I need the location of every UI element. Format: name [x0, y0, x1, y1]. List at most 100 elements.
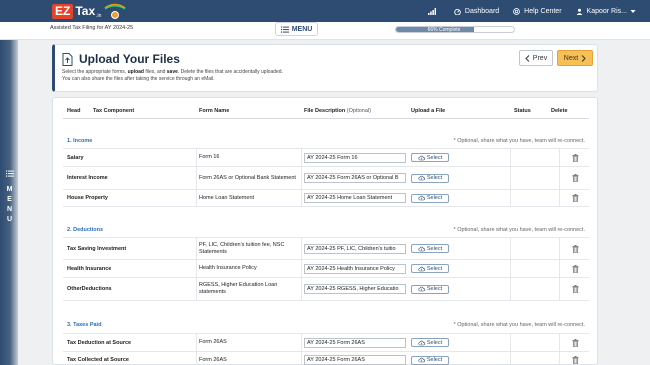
delete-button[interactable]: [565, 278, 585, 300]
row-upload-cell: Select: [411, 149, 471, 166]
select-file-button[interactable]: Select: [411, 193, 449, 203]
select-label: Select: [426, 265, 443, 272]
menu-button[interactable]: MENU: [275, 22, 318, 36]
flag-ribbon-icon: [104, 3, 126, 10]
nav-help-center[interactable]: Help Center: [513, 7, 562, 15]
upload-cloud-icon: [418, 340, 427, 346]
column-divider: [301, 334, 302, 351]
select-label: Select: [426, 339, 443, 346]
delete-button[interactable]: [565, 238, 585, 259]
file-description-input[interactable]: AY 2024-25 Form 16: [304, 152, 406, 163]
row-description-cell: AY 2024-25 RGESS, Higher Educatio: [304, 278, 408, 300]
section-title: 1. Income: [67, 138, 93, 144]
file-description-input[interactable]: AY 2024-25 Home Loan Statement: [304, 193, 406, 203]
delete-button[interactable]: [565, 167, 585, 189]
select-file-button[interactable]: Select: [411, 284, 449, 294]
column-divider: [510, 260, 511, 277]
row-upload-cell: Select: [411, 278, 471, 300]
row-head: Salary: [67, 154, 84, 161]
select-file-button[interactable]: Select: [411, 173, 449, 183]
column-divider: [559, 167, 560, 189]
row-upload-cell: Select: [411, 190, 471, 206]
nav-help-label: Help Center: [524, 7, 562, 15]
select-label: Select: [426, 195, 443, 201]
column-divider: [301, 190, 302, 206]
select-file-button[interactable]: Select: [411, 338, 449, 347]
delete-button[interactable]: [565, 352, 585, 365]
table-header: Head Tax Component Form Name File Descri…: [63, 105, 589, 119]
delete-button[interactable]: [565, 149, 585, 166]
nav-dashboard-label: Dashboard: [464, 7, 500, 15]
file-description-input[interactable]: AY 2024-25 RGESS, Higher Educatio: [304, 284, 406, 294]
column-divider: [510, 238, 511, 259]
row-upload-cell: Select: [411, 334, 471, 351]
prev-label: Prev: [532, 54, 548, 62]
side-menu-toggle[interactable]: M E N U: [5, 170, 14, 225]
column-divider: [301, 167, 302, 189]
file-description-input[interactable]: AY 2024-25 Health Insurance Policy: [304, 263, 406, 274]
select-label: Select: [426, 154, 443, 161]
nav-dashboard[interactable]: Dashboard: [454, 8, 499, 15]
file-upload-icon: [62, 53, 73, 66]
sub-header: Assisted Tax Filing for AY 2024-25 MENU …: [0, 22, 650, 40]
instruction-emphasis: save: [166, 69, 178, 75]
section-header: 2. Deductions * Optional, share what you …: [63, 226, 589, 236]
select-label: Select: [426, 357, 443, 363]
row-form-name: Health Insurance Policy: [199, 265, 257, 271]
select-file-button[interactable]: Select: [411, 355, 449, 365]
column-divider: [559, 278, 560, 300]
col-head: Head: [67, 108, 81, 114]
trash-icon: [572, 264, 579, 273]
next-button[interactable]: Next: [557, 50, 593, 66]
select-file-button[interactable]: Select: [411, 244, 449, 253]
column-divider: [559, 260, 560, 277]
side-menu-letter: U: [6, 216, 13, 223]
trash-icon: [572, 174, 579, 182]
user-name: Kapoor Ris...: [586, 7, 627, 15]
prev-button[interactable]: Prev: [519, 50, 553, 66]
select-file-button[interactable]: Select: [411, 153, 449, 162]
list-menu-icon: [280, 26, 289, 33]
column-divider: [559, 149, 560, 166]
top-navbar: EZ Tax .in Dashboard Help Center Kapoor …: [0, 0, 650, 22]
column-divider: [301, 238, 302, 259]
help-icon: [513, 7, 521, 15]
row-form-name: PF, LIC, Children's tuition fee, NSC Sta…: [199, 241, 285, 255]
row-upload-cell: Select: [411, 238, 471, 259]
user-menu[interactable]: Kapoor Ris...: [576, 8, 636, 15]
row-form-name: Form 26AS: [199, 339, 227, 345]
section-title: 3. Taxes Paid: [67, 322, 102, 328]
delete-button[interactable]: [565, 260, 585, 277]
section-optional-note: * Optional, share what you have, team wi…: [453, 138, 585, 144]
file-description-input[interactable]: AY 2024-25 Form 26AS: [304, 355, 406, 365]
logo-ez: EZ: [52, 4, 74, 19]
row-description-cell: AY 2024-25 Form 26AS or Optional B: [304, 167, 408, 189]
select-label: Select: [426, 286, 443, 292]
delete-button[interactable]: [565, 334, 585, 351]
upload-cloud-icon: [418, 357, 427, 363]
instruction-text: . Delete the files that are accidentally…: [177, 69, 283, 75]
row-form-name: Form 26AS: [199, 356, 227, 363]
col-optional-label: (Optional): [346, 108, 371, 114]
instructions: Select the appropriate forms, upload fil…: [62, 69, 362, 83]
section-header: 3. Taxes Paid * Optional, share what you …: [63, 321, 589, 331]
menu-label: MENU: [291, 25, 313, 33]
column-divider: [510, 352, 511, 365]
select-file-button[interactable]: Select: [411, 264, 449, 273]
row-description-cell: AY 2024-25 Health Insurance Policy: [304, 260, 408, 277]
instruction-text: Select the appropriate forms,: [62, 69, 128, 75]
ez-tax-logo[interactable]: EZ Tax .in: [52, 4, 101, 19]
section-title: 2. Deductions: [67, 227, 104, 233]
section-optional-note: * Optional, share what you have, team wi…: [453, 322, 585, 328]
completion-progress-bar: 66% Complete: [395, 26, 515, 33]
row-form-name: Form 26AS or Optional Bank Statement: [199, 174, 296, 181]
side-menu-drawer[interactable]: M E N U: [0, 40, 18, 365]
upload-cloud-icon: [418, 286, 427, 292]
table-row: Tax Collected at Source Form 26AS AY 2024-…: [63, 352, 589, 365]
logo-tax: Tax: [75, 4, 96, 18]
table-row: Tax Saving Investment PF, LIC, Children's…: [63, 237, 589, 260]
file-description-input[interactable]: AY 2024-25 Form 26AS or Optional B: [304, 173, 406, 183]
file-description-input[interactable]: AY 2024-25 PF, LIC, Children's tuitio: [304, 243, 406, 254]
file-description-input[interactable]: AY 2024-25 Form 26AS: [304, 337, 406, 348]
delete-button[interactable]: [565, 190, 585, 206]
